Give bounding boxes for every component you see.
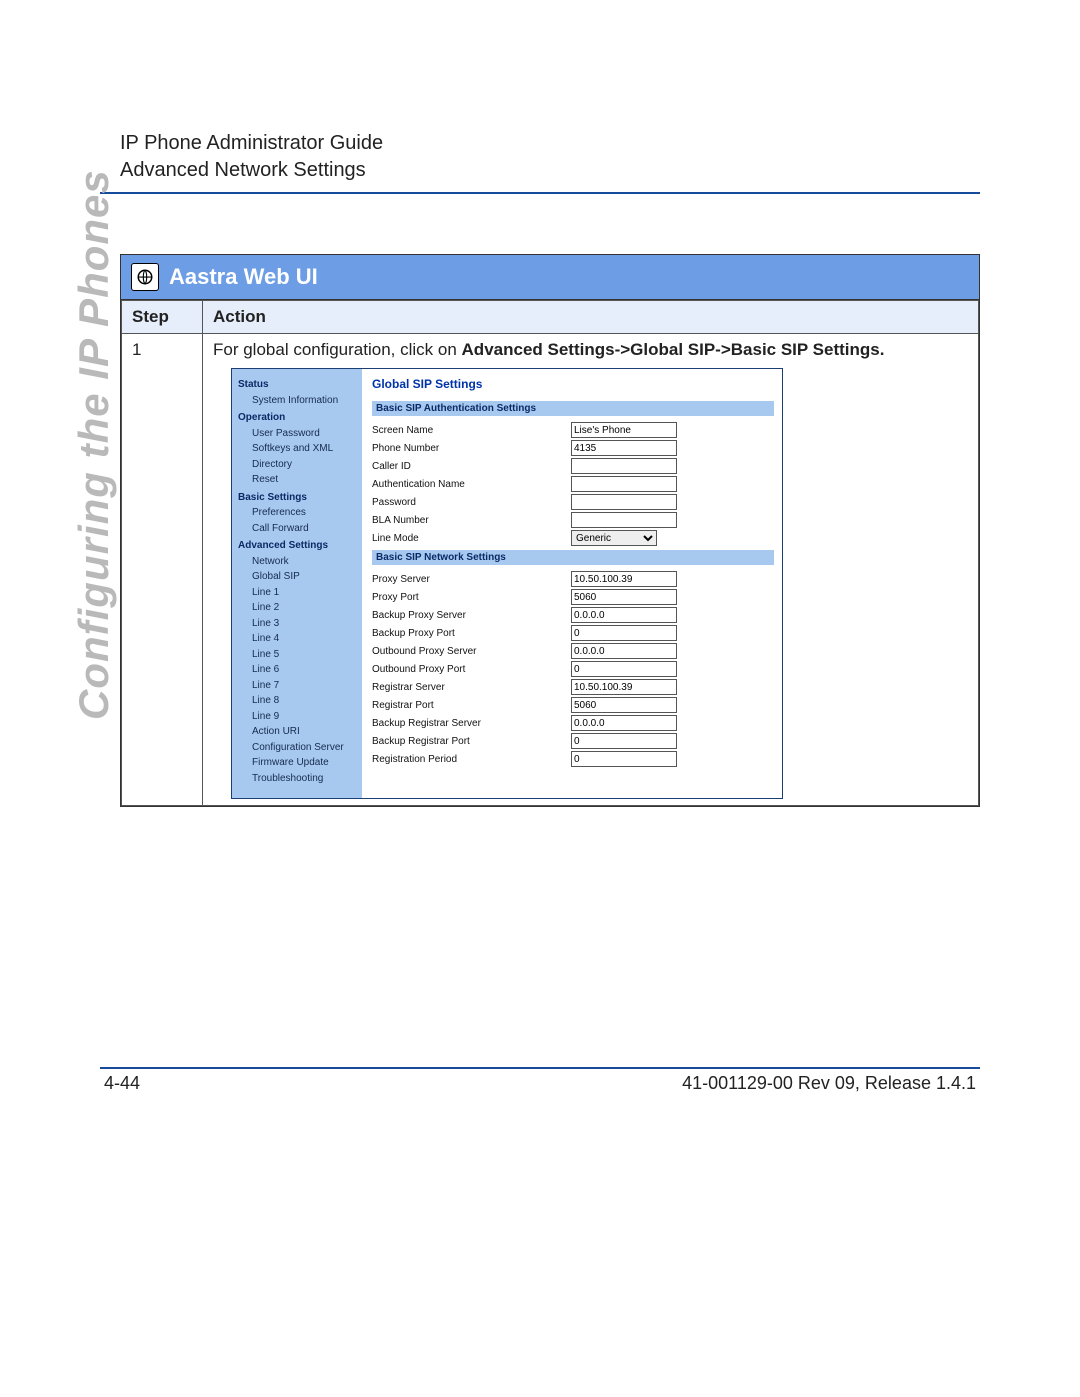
nav-item-softkeys-xml[interactable]: Softkeys and XML (238, 441, 362, 457)
select-line-mode[interactable]: Generic (571, 530, 657, 546)
col-step: Step (122, 301, 203, 334)
label-line-mode: Line Mode (372, 533, 567, 544)
label-registration-period: Registration Period (372, 754, 567, 765)
instruction-prefix: For global configuration, click on (213, 340, 462, 359)
input-registrar-server[interactable] (571, 679, 677, 695)
settings-panel: Global SIP Settings Basic SIP Authentica… (362, 369, 782, 798)
nav-item-configuration-server[interactable]: Configuration Server (238, 740, 362, 756)
label-backup-registrar-port: Backup Registrar Port (372, 736, 567, 747)
input-outbound-proxy-port[interactable] (571, 661, 677, 677)
nav-sidebar: Status System Information Operation User… (232, 369, 362, 798)
nav-item-system-information[interactable]: System Information (238, 393, 362, 409)
input-caller-id[interactable] (571, 458, 677, 474)
label-backup-proxy-server: Backup Proxy Server (372, 610, 567, 621)
chapter-side-title: Configuring the IP Phones (70, 169, 118, 720)
label-bla-number: BLA Number (372, 515, 567, 526)
instruction-text: For global configuration, click on Advan… (213, 340, 968, 360)
nav-item-line9[interactable]: Line 9 (238, 709, 362, 725)
input-registrar-port[interactable] (571, 697, 677, 713)
nav-item-line1[interactable]: Line 1 (238, 585, 362, 601)
net-section-bar: Basic SIP Network Settings (372, 550, 774, 565)
nav-item-line4[interactable]: Line 4 (238, 631, 362, 647)
input-backup-registrar-port[interactable] (571, 733, 677, 749)
input-backup-registrar-server[interactable] (571, 715, 677, 731)
page-number: 4-44 (104, 1073, 140, 1094)
nav-item-user-password[interactable]: User Password (238, 426, 362, 442)
footer-rule (100, 1067, 980, 1069)
input-phone-number[interactable] (571, 440, 677, 456)
label-registrar-server: Registrar Server (372, 682, 567, 693)
instruction-path: Advanced Settings->Global SIP->Basic SIP… (462, 340, 885, 359)
doc-revision: 41-001129-00 Rev 09, Release 1.4.1 (682, 1073, 976, 1094)
nav-item-line7[interactable]: Line 7 (238, 678, 362, 694)
label-proxy-port: Proxy Port (372, 592, 567, 603)
nav-item-line8[interactable]: Line 8 (238, 693, 362, 709)
col-action: Action (203, 301, 979, 334)
nav-heading-status: Status (238, 377, 362, 393)
input-backup-proxy-server[interactable] (571, 607, 677, 623)
label-backup-registrar-server: Backup Registrar Server (372, 718, 567, 729)
nav-heading-advanced-settings: Advanced Settings (238, 538, 362, 554)
nav-heading-operation: Operation (238, 410, 362, 426)
nav-item-line5[interactable]: Line 5 (238, 647, 362, 663)
input-password[interactable] (571, 494, 677, 510)
input-proxy-port[interactable] (571, 589, 677, 605)
procedure-box: Aastra Web UI Step Action 1 For global c… (120, 254, 980, 807)
label-proxy-server: Proxy Server (372, 574, 567, 585)
nav-item-line2[interactable]: Line 2 (238, 600, 362, 616)
label-auth-name: Authentication Name (372, 479, 567, 490)
procedure-title-bar: Aastra Web UI (121, 255, 979, 300)
input-outbound-proxy-server[interactable] (571, 643, 677, 659)
nav-heading-basic-settings: Basic Settings (238, 490, 362, 506)
nav-item-global-sip[interactable]: Global SIP (238, 569, 362, 585)
label-registrar-port: Registrar Port (372, 700, 567, 711)
label-outbound-proxy-port: Outbound Proxy Port (372, 664, 567, 675)
input-auth-name[interactable] (571, 476, 677, 492)
nav-item-reset[interactable]: Reset (238, 472, 362, 488)
step-table: Step Action 1 For global configuration, … (121, 300, 979, 806)
procedure-title: Aastra Web UI (169, 264, 318, 290)
globe-icon (131, 263, 159, 291)
nav-item-firmware-update[interactable]: Firmware Update (238, 755, 362, 771)
action-cell: For global configuration, click on Advan… (203, 334, 979, 806)
webui-screenshot: Status System Information Operation User… (231, 368, 783, 799)
label-backup-proxy-port: Backup Proxy Port (372, 628, 567, 639)
nav-item-preferences[interactable]: Preferences (238, 505, 362, 521)
doc-title: IP Phone Administrator Guide (120, 130, 980, 157)
doc-subtitle: Advanced Network Settings (120, 157, 980, 184)
nav-item-call-forward[interactable]: Call Forward (238, 521, 362, 537)
panel-title: Global SIP Settings (372, 377, 774, 391)
input-backup-proxy-port[interactable] (571, 625, 677, 641)
label-caller-id: Caller ID (372, 461, 567, 472)
auth-section-bar: Basic SIP Authentication Settings (372, 401, 774, 416)
nav-item-line3[interactable]: Line 3 (238, 616, 362, 632)
label-screen-name: Screen Name (372, 425, 567, 436)
input-bla-number[interactable] (571, 512, 677, 528)
step-number: 1 (122, 334, 203, 806)
label-phone-number: Phone Number (372, 443, 567, 454)
nav-item-action-uri[interactable]: Action URI (238, 724, 362, 740)
input-screen-name[interactable] (571, 422, 677, 438)
input-proxy-server[interactable] (571, 571, 677, 587)
nav-item-line6[interactable]: Line 6 (238, 662, 362, 678)
nav-item-troubleshooting[interactable]: Troubleshooting (238, 771, 362, 787)
nav-item-directory[interactable]: Directory (238, 457, 362, 473)
label-outbound-proxy-server: Outbound Proxy Server (372, 646, 567, 657)
input-registration-period[interactable] (571, 751, 677, 767)
label-password: Password (372, 497, 567, 508)
nav-item-network[interactable]: Network (238, 554, 362, 570)
header-rule (100, 192, 980, 194)
